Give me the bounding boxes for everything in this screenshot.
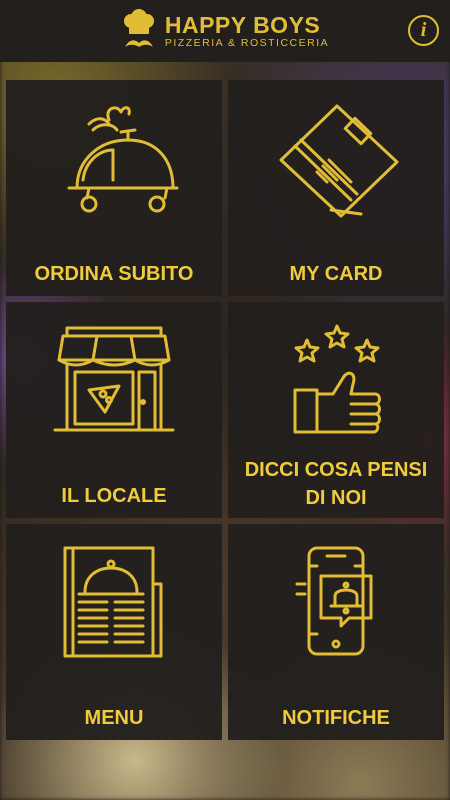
app-header: HAPPY BOYS PIZZERIA & ROSTICCERIA i [0,0,450,62]
order-now-tile[interactable]: ORDINA SUBITO [6,80,222,296]
info-icon: i [420,19,427,41]
thumbs-up-stars-icon [293,324,381,434]
info-button[interactable]: i [408,15,439,46]
menu-tile[interactable]: MENU [6,524,222,740]
menu-cloche-icon [63,546,163,658]
brand-logo: HAPPY BOYS PIZZERIA & ROSTICCERIA [121,9,329,53]
chef-hat-mustache-icon [123,9,154,47]
my-card-label: MY CARD [289,263,383,285]
brand-title: HAPPY BOYS [164,11,321,38]
my-card-tile[interactable]: MY CARD [228,80,444,296]
menu-label: MENU [84,707,144,729]
brand-subtitle: PIZZERIA & ROSTICCERIA [164,36,330,49]
feedback-label: DICCI COSA PENSI DI NOI [244,459,428,509]
delivery-cloche-car-icon [67,106,179,213]
feedback-tile[interactable]: DICCI COSA PENSI DI NOI [228,302,444,518]
credit-card-icon [279,104,399,218]
phone-bell-icon [295,546,373,656]
main-menu-grid: ORDINA SUBITO MY CARD IL LOCALE DICCI CO… [6,80,444,740]
notifications-label: NOTIFICHE [282,707,390,729]
order-now-label: ORDINA SUBITO [34,263,194,285]
notifications-tile[interactable]: NOTIFICHE [228,524,444,740]
pizzeria-storefront-icon [53,326,175,432]
the-venue-label: IL LOCALE [61,485,167,507]
the-venue-tile[interactable]: IL LOCALE [6,302,222,518]
